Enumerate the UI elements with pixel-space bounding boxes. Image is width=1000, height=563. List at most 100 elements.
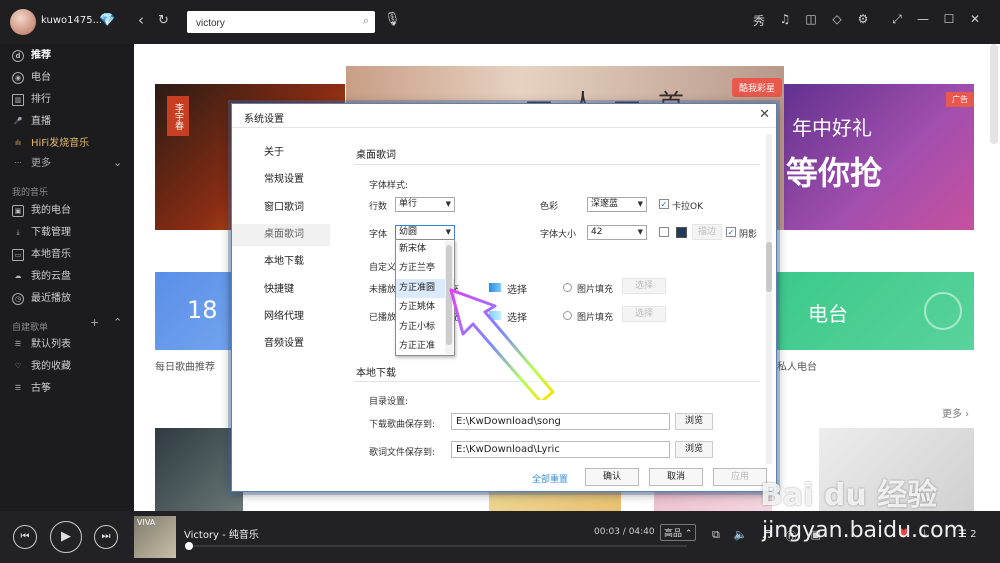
collapse-chevron-icon[interactable]: ⌃ xyxy=(113,316,122,329)
sidebar-item-guzheng[interactable]: ☰ 古筝 xyxy=(12,381,51,397)
dialog-titlebar[interactable]: 系统设置 ✕ xyxy=(232,104,776,128)
disc-icon: d xyxy=(12,50,24,62)
sidebar-item-radio[interactable]: ◉ 电台 xyxy=(12,70,51,86)
progress-bar[interactable] xyxy=(185,542,687,550)
sidebar-item-cloud[interactable]: ☁ 我的云盘 xyxy=(12,269,72,285)
image-fill-label: 图片填充 xyxy=(577,285,614,295)
progress-knob[interactable] xyxy=(185,542,193,550)
settings-nav-item[interactable]: 快捷键 xyxy=(232,279,330,301)
volume-icon[interactable]: 🔈 xyxy=(734,528,748,544)
sidebar-item-live[interactable]: 🎤 直播 xyxy=(12,114,51,130)
baidu-watermark: Bai du 经验 xyxy=(760,478,938,513)
chart-icon: ▥ xyxy=(12,94,24,106)
sidebar-item-more[interactable]: ··· 更多 xyxy=(12,156,51,172)
settings-nav-item[interactable]: 常规设置 xyxy=(232,169,330,191)
dialog-title: 系统设置 xyxy=(244,114,284,125)
user-avatar[interactable] xyxy=(10,9,36,35)
font-size-select[interactable]: 42 ▼ xyxy=(587,225,647,240)
sidebar-item-download[interactable]: ⤓ 下载管理 xyxy=(12,225,71,241)
skin-icon[interactable]: 秀 xyxy=(746,12,772,29)
refresh-icon[interactable]: ↻ xyxy=(158,13,169,28)
settings-nav-item[interactable]: 桌面歌词 xyxy=(232,223,330,246)
next-track-icon[interactable]: ⏭ xyxy=(94,525,118,549)
settings-nav-item[interactable]: 本地下载 xyxy=(232,251,330,273)
dialog-scrollbar[interactable] xyxy=(766,134,772,464)
sidebar-item-label: 最近播放 xyxy=(31,293,71,304)
dropdown-arrow-icon: ▼ xyxy=(445,200,451,208)
custom-label: 自定义 xyxy=(369,263,397,273)
stroke-color-swatch[interactable] xyxy=(676,227,687,238)
sidebar-item-label: 我的云盘 xyxy=(31,271,71,282)
album-thumb[interactable] xyxy=(155,428,243,511)
browse-lyric-button[interactable]: 浏览 xyxy=(675,441,713,458)
image-select-button[interactable]: 选择 xyxy=(622,278,666,294)
settings-nav-item[interactable]: 关于 xyxy=(232,142,330,164)
close-icon[interactable]: ✕ xyxy=(759,107,770,122)
search-box: ⌕ xyxy=(187,11,375,35)
radio-card-caption[interactable]: 私人电台 xyxy=(777,358,817,373)
back-arrow-icon[interactable]: ‹ xyxy=(138,11,144,29)
album-cover[interactable]: VIVA xyxy=(134,516,176,558)
shirt-icon[interactable]: ◇ xyxy=(824,12,850,29)
color-select[interactable]: 深邃蓝 ▼ xyxy=(587,197,647,212)
shadow-checkbox[interactable]: ✓ xyxy=(726,227,736,237)
sidebar-item-recommend[interactable]: d 推荐 xyxy=(12,48,51,64)
list-icon: ☰ xyxy=(14,340,22,348)
apply-button[interactable]: 应用 xyxy=(713,468,767,486)
close-icon[interactable]: ✕ xyxy=(962,12,988,29)
karaoke-checkbox[interactable]: ✓ xyxy=(659,199,669,209)
stroke-button[interactable]: 描边 xyxy=(692,224,723,240)
play-icon[interactable]: ▶ xyxy=(50,521,82,553)
ok-button[interactable]: 确认 xyxy=(585,468,639,486)
voice-search-icon[interactable]: 🎙 xyxy=(384,12,401,27)
font-select[interactable]: 幼圆 ▼ xyxy=(395,225,455,240)
lyrics-icon[interactable]: ⧉ xyxy=(712,528,720,544)
search-input[interactable] xyxy=(187,12,347,35)
maximize-icon[interactable]: ☐ xyxy=(936,12,962,29)
sidebar-item-recent[interactable]: ◷ 最近播放 xyxy=(12,291,71,307)
browse-song-button[interactable]: 浏览 xyxy=(675,413,713,430)
lines-select[interactable]: 单行 ▼ xyxy=(395,197,455,212)
main-scrollbar[interactable] xyxy=(990,44,998,144)
sidebar: d 推荐 ◉ 电台 ▥ 排行 🎤 直播 ılı HiFi发烧音乐 ··· 更多 ⌄ 我的音乐… xyxy=(0,44,134,511)
cancel-button[interactable]: 取消 xyxy=(649,468,703,486)
list-icon: ☰ xyxy=(14,384,22,392)
gear-icon[interactable]: ⚙ xyxy=(850,12,876,29)
quality-selector[interactable]: 高品 ⌃ xyxy=(660,524,697,541)
add-playlist-icon[interactable]: + xyxy=(90,316,99,329)
daily-date-number: 18 xyxy=(187,296,218,324)
scroll-thumb[interactable] xyxy=(766,242,772,292)
sidebar-item-local[interactable]: ▭ 本地音乐 xyxy=(12,247,71,263)
settings-nav-item[interactable]: 窗口歌词 xyxy=(232,197,330,219)
previous-track-icon[interactable]: ⏮ xyxy=(13,525,37,549)
settings-nav: 关于常规设置窗口歌词桌面歌词本地下载快捷键网络代理音频设置 xyxy=(232,128,330,491)
image-select-button[interactable]: 选择 xyxy=(622,306,666,322)
stroke-checkbox[interactable] xyxy=(659,227,669,237)
banner-right-ad[interactable]: 广告 年中好礼 等你抢 xyxy=(762,84,974,230)
miniplayer-icon[interactable]: ⤢ xyxy=(884,12,910,29)
vip-diamond-icon[interactable]: 💎 xyxy=(99,13,115,28)
cloud-icon: ☁ xyxy=(14,272,22,280)
lyric-dir-input[interactable]: E:\KwDownload\Lyric xyxy=(451,441,670,458)
sidebar-item-favorites[interactable]: ♡ 我的收藏 xyxy=(12,359,71,375)
sidebar-item-default-list[interactable]: ☰ 默认列表 xyxy=(12,337,71,353)
search-icon[interactable]: ⌕ xyxy=(363,14,369,28)
expand-chevron-icon[interactable]: ⌄ xyxy=(113,156,122,169)
reset-all-link[interactable]: 全部重置 xyxy=(532,472,568,485)
minimize-icon[interactable]: — xyxy=(910,12,936,29)
track-title[interactable]: Victory - 纯音乐 xyxy=(184,526,259,541)
headphones-icon[interactable]: ♫ xyxy=(772,12,798,29)
song-dir-input[interactable]: E:\KwDownload\song xyxy=(451,413,670,430)
played-label: 已播放 xyxy=(369,313,397,323)
unplayed-label: 未播放 xyxy=(369,285,397,295)
settings-nav-item[interactable]: 音频设置 xyxy=(232,333,330,355)
settings-nav-item[interactable]: 网络代理 xyxy=(232,306,330,328)
radio-card[interactable]: 电台 xyxy=(774,272,974,350)
daily-recommend-caption[interactable]: 每日歌曲推荐 xyxy=(155,358,215,373)
sidebar-item-hifi[interactable]: ılı HiFi发烧音乐 xyxy=(12,136,89,152)
username[interactable]: kuwo1475... xyxy=(41,15,102,26)
sidebar-item-my-radio[interactable]: ▣ 我的电台 xyxy=(12,203,71,219)
gamepad-icon[interactable]: ◫ xyxy=(798,12,824,29)
more-link[interactable]: 更多 › xyxy=(942,405,969,420)
sidebar-item-rank[interactable]: ▥ 排行 xyxy=(12,92,51,108)
